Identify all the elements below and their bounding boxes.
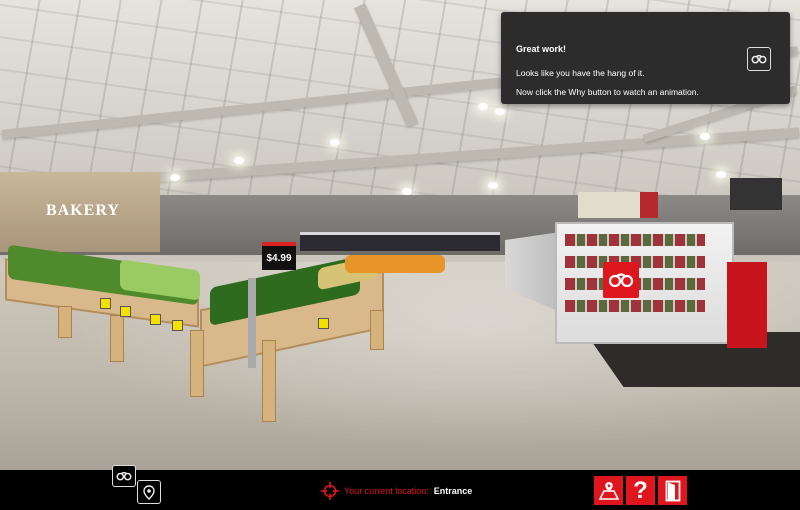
binoculars-icon <box>751 54 767 64</box>
ceiling-light <box>495 108 505 115</box>
ceiling-light <box>402 188 412 195</box>
table-leg <box>58 306 72 338</box>
table-leg <box>262 340 276 422</box>
fridge-tier <box>565 234 705 246</box>
tooltip-text: Now click the Why button to watch an ani… <box>516 87 699 97</box>
ceiling-light <box>716 171 726 178</box>
price-tag <box>318 318 329 329</box>
crosshair-icon <box>321 482 339 500</box>
table-leg <box>110 315 124 362</box>
ceiling-light <box>488 182 498 189</box>
back-shelves <box>300 232 500 251</box>
fridge-tier <box>565 300 705 312</box>
fridge-display <box>555 222 734 344</box>
price-tag <box>172 320 183 331</box>
why-button[interactable] <box>112 465 136 487</box>
instruction-tooltip: Great work! Looks like you have the hang… <box>501 12 790 104</box>
location-pin-button[interactable] <box>137 480 161 504</box>
price-tag <box>150 314 161 325</box>
ceiling-light <box>700 133 710 140</box>
help-button[interactable]: ? <box>626 476 655 505</box>
aisle-sign <box>730 178 782 210</box>
location-label: Your current location: <box>344 486 429 496</box>
red-display-stand <box>727 262 767 348</box>
map-icon <box>598 481 619 500</box>
ceiling-light <box>330 139 340 146</box>
current-location: Your current location: Entrance <box>321 482 472 500</box>
ceiling-light <box>478 103 488 110</box>
price-tag <box>100 298 111 309</box>
price-sign: $4.99 <box>262 242 296 270</box>
exit-button[interactable] <box>658 476 687 505</box>
price-tag <box>120 306 131 317</box>
bakery-sign: BAKERY <box>46 202 120 219</box>
why-button-preview <box>747 47 771 71</box>
location-value: Entrance <box>433 486 473 496</box>
table-leg <box>370 310 384 350</box>
question-mark-icon: ? <box>633 476 648 504</box>
exit-door-icon <box>665 480 680 501</box>
binoculars-icon <box>608 273 634 287</box>
table-leg <box>190 330 204 397</box>
sign-post <box>248 278 256 368</box>
binoculars-icon <box>116 471 132 481</box>
oranges-display <box>345 255 445 273</box>
tooltip-title: Great work! <box>516 44 567 54</box>
ceiling-light <box>234 157 244 164</box>
map-button[interactable] <box>594 476 623 505</box>
map-pin-icon <box>143 484 155 500</box>
why-hotspot-button[interactable] <box>603 262 639 298</box>
promo-banner <box>578 192 658 218</box>
tooltip-text: Looks like you have the hang of it. <box>516 68 645 78</box>
ceiling-light <box>170 174 180 181</box>
bakery-section: BAKERY <box>0 172 160 252</box>
